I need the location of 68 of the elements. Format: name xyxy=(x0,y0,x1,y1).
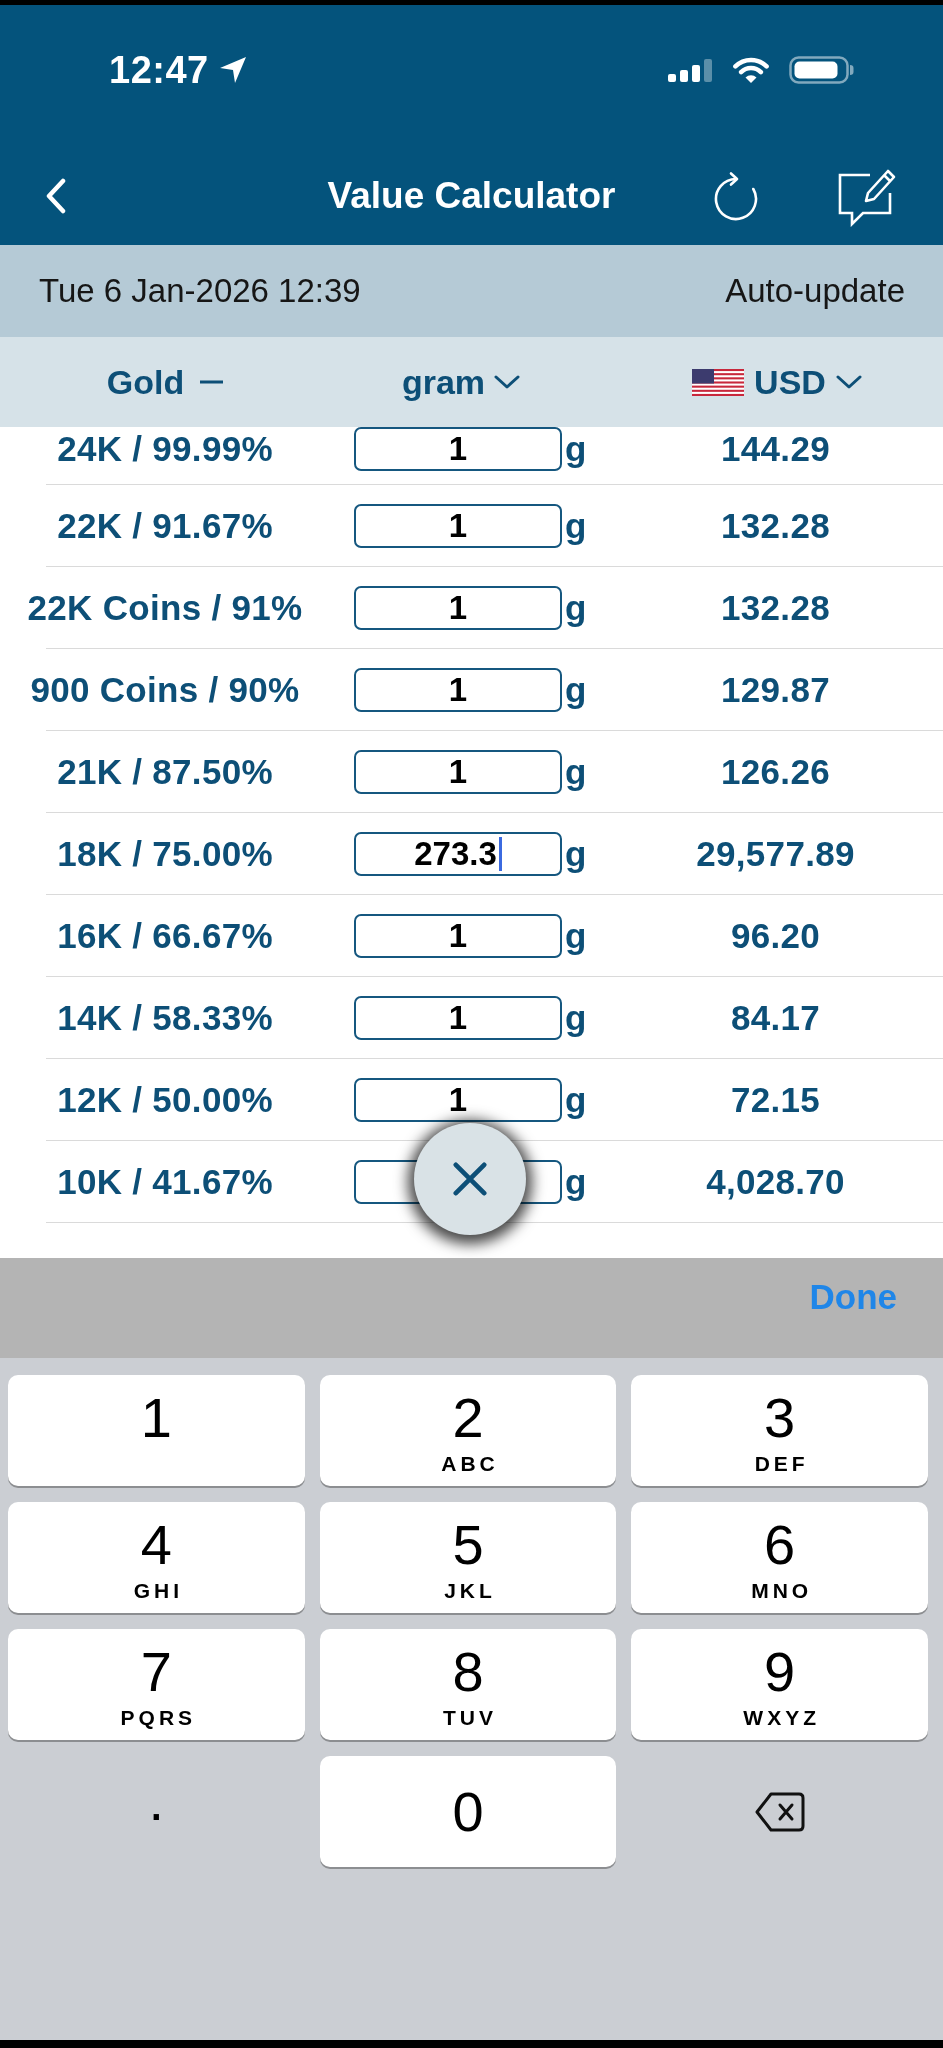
unit-label: g xyxy=(564,1162,588,1202)
minus-icon[interactable] xyxy=(200,380,224,384)
purity-label: 10K / 41.67% xyxy=(57,1162,273,1202)
unit-dropdown[interactable]: gram xyxy=(401,362,521,402)
refresh-icon[interactable] xyxy=(712,170,760,222)
unit-label: g xyxy=(564,752,588,792)
unit-label: g xyxy=(564,429,588,469)
value-text: 96.20 xyxy=(730,916,821,956)
value-text: 29,577.89 xyxy=(696,834,855,874)
amount-field[interactable]: 1 xyxy=(354,996,562,1040)
chevron-down-icon[interactable] xyxy=(835,374,862,390)
amount-field[interactable]: 1 xyxy=(354,668,562,712)
metal-selector[interactable]: Gold xyxy=(106,362,224,402)
unit-label: g xyxy=(564,1080,588,1120)
value-text: 84.17 xyxy=(730,998,821,1038)
digit-key[interactable]: 0 xyxy=(319,1756,617,1867)
value-text: 132.28 xyxy=(721,506,830,546)
amount-field[interactable]: 1 xyxy=(354,586,562,630)
close-icon[interactable] xyxy=(453,1162,487,1196)
digit-key[interactable]: 3 DEF xyxy=(631,1375,928,1486)
back-icon[interactable] xyxy=(46,178,66,214)
digit-key[interactable]: 6 MNO xyxy=(631,1502,928,1613)
purity-label: 22K / 91.67% xyxy=(57,506,273,546)
digit-key[interactable]: 7 PQRS xyxy=(8,1629,305,1740)
unit-label: g xyxy=(564,998,588,1038)
battery-icon xyxy=(789,56,855,84)
amount-field[interactable]: 273.3 xyxy=(354,832,562,876)
unit-label: g xyxy=(564,916,588,956)
signal-icon xyxy=(668,58,713,82)
chevron-down-icon[interactable] xyxy=(494,374,521,390)
unit-label: g xyxy=(564,670,588,710)
digit-key[interactable]: 2 ABC xyxy=(319,1375,617,1486)
amount-field[interactable]: 1 xyxy=(354,427,562,471)
value-text: 129.87 xyxy=(721,670,830,710)
auto-update-button[interactable]: Auto-update xyxy=(725,272,905,310)
unit-label: g xyxy=(564,588,588,628)
status-time: 12:47 xyxy=(109,48,209,92)
purity-label: 18K / 75.00% xyxy=(57,834,273,874)
purity-label: 22K Coins / 91% xyxy=(27,588,303,628)
wifi-icon xyxy=(731,55,771,85)
value-text: 144.29 xyxy=(721,429,830,469)
screen-title: Value Calculator xyxy=(327,175,616,217)
digit-key[interactable]: 4 GHI xyxy=(8,1502,305,1613)
flag-icon[interactable] xyxy=(692,368,745,396)
digit-key[interactable]: 9 WXYZ xyxy=(631,1629,928,1740)
amount-field[interactable]: 1 xyxy=(354,1078,562,1122)
unit-label: g xyxy=(564,834,588,874)
currency-dropdown[interactable]: USD xyxy=(692,362,862,402)
amount-field[interactable]: 1 xyxy=(354,504,562,548)
backspace-icon[interactable] xyxy=(753,1790,806,1833)
unit-label: g xyxy=(564,506,588,546)
purity-label: 900 Coins / 90% xyxy=(30,670,300,710)
value-text: 126.26 xyxy=(721,752,830,792)
timestamp-text: Tue 6 Jan-2026 12:39 xyxy=(39,272,361,310)
amount-field[interactable]: 1 xyxy=(354,914,562,958)
digit-key[interactable]: 8 TUV xyxy=(319,1629,617,1740)
value-text: 132.28 xyxy=(721,588,830,628)
value-text: 4,028.70 xyxy=(706,1162,845,1202)
decimal-key[interactable]: . xyxy=(148,1769,165,1832)
purity-label: 24K / 99.99% xyxy=(57,429,273,469)
purity-label: 14K / 58.33% xyxy=(57,998,273,1038)
value-text: 72.15 xyxy=(730,1080,821,1120)
amount-field[interactable]: 1 xyxy=(354,750,562,794)
purity-label: 16K / 66.67% xyxy=(57,916,273,956)
purity-label: 12K / 50.00% xyxy=(57,1080,273,1120)
digit-key[interactable]: 1 xyxy=(8,1375,305,1486)
purity-label: 21K / 87.50% xyxy=(57,752,273,792)
digit-key[interactable]: 5 JKL xyxy=(319,1502,617,1613)
